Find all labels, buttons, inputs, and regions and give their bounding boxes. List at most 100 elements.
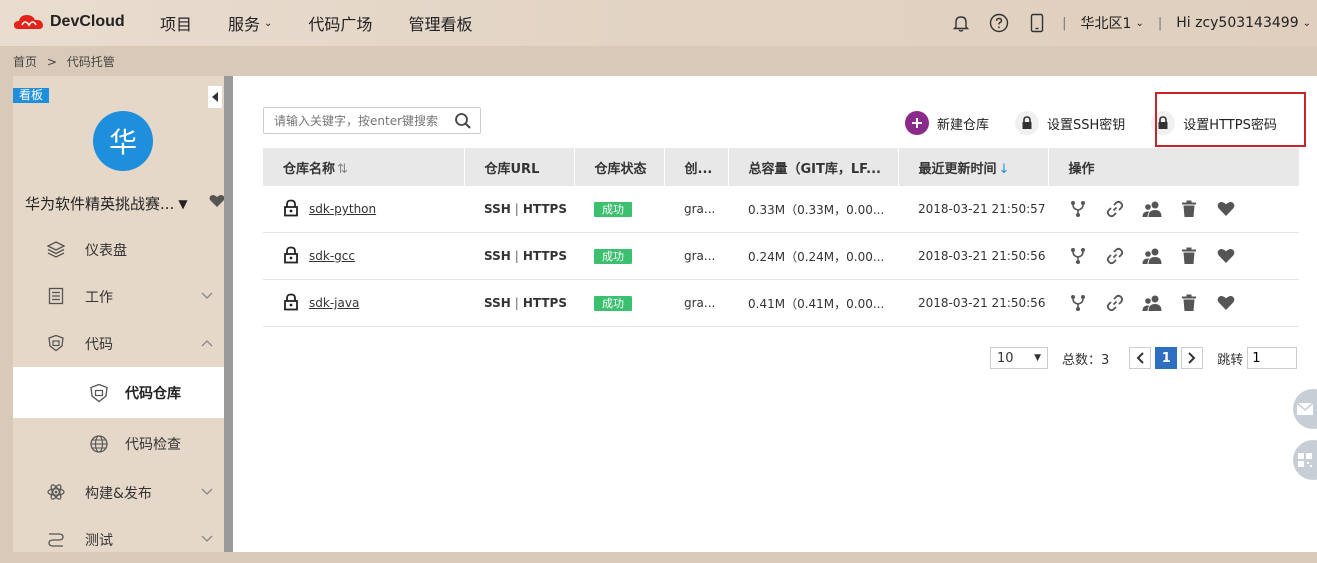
- col-label: 总容量（GIT库，LF...: [748, 161, 881, 177]
- heart-icon[interactable]: [1216, 199, 1236, 219]
- help-icon[interactable]: [988, 12, 1010, 34]
- link-icon[interactable]: [1105, 246, 1125, 266]
- board-tag[interactable]: 看板: [13, 88, 50, 103]
- repo-link[interactable]: sdk-python: [309, 202, 376, 216]
- region-selector[interactable]: 华北区1 ⌄: [1081, 13, 1144, 33]
- list-icon: [47, 287, 65, 305]
- sidebar-item-code[interactable]: 代码: [13, 320, 224, 367]
- sidebar-scrollbar[interactable]: [224, 76, 233, 552]
- chevron-down-icon: ⌄: [1302, 17, 1311, 29]
- sort-desc-icon: ↓: [998, 161, 1010, 177]
- bell-icon[interactable]: [950, 12, 972, 34]
- code-shield-icon: [47, 334, 65, 352]
- col-label: 仓库名称: [283, 161, 336, 177]
- cell-updated: 2018-03-21 21:50:57: [898, 186, 1048, 233]
- page-button-current[interactable]: 1: [1155, 347, 1178, 369]
- sidebar-item-work[interactable]: 工作: [13, 273, 224, 320]
- lock-icon: [1015, 111, 1040, 135]
- triangle-down-icon: ▼: [1034, 353, 1041, 363]
- sidebar-item-label: 代码检查: [125, 437, 181, 453]
- heart-icon[interactable]: [1216, 293, 1236, 313]
- heart-icon[interactable]: [1216, 246, 1236, 266]
- col-repo-status: 仓库状态: [574, 148, 665, 186]
- nav-item-code-square[interactable]: 代码广场: [308, 11, 372, 35]
- fork-icon[interactable]: [1068, 199, 1088, 219]
- heart-icon[interactable]: [209, 194, 225, 212]
- separator: |: [514, 202, 519, 216]
- https-link[interactable]: HTTPS: [523, 296, 567, 310]
- members-icon[interactable]: [1142, 293, 1162, 313]
- trash-icon[interactable]: [1179, 199, 1199, 219]
- sidebar-item-code-check[interactable]: 代码检查: [13, 418, 224, 469]
- ssh-link[interactable]: SSH: [484, 296, 511, 310]
- atom-icon: [47, 483, 65, 501]
- link-icon[interactable]: [1105, 199, 1125, 219]
- search-icon[interactable]: [454, 112, 472, 134]
- https-link[interactable]: HTTPS: [523, 249, 567, 263]
- sidebar-item-label: 工作: [85, 289, 113, 306]
- new-repo-label: 新建仓库: [937, 117, 990, 133]
- top-bar: DevCloud 项目 服务 ⌄ 代码广场 管理看板 | 华北区1 ⌄ | Hi z…: [0, 0, 1317, 46]
- page-size-select[interactable]: 10 ▼: [990, 347, 1048, 369]
- nav-item-dashboard[interactable]: 管理看板: [408, 11, 472, 35]
- new-repo-button[interactable]: 新建仓库: [905, 111, 989, 135]
- col-actions: 操作: [1048, 148, 1300, 186]
- col-label: 仓库URL: [484, 161, 540, 177]
- breadcrumb-home[interactable]: 首页: [13, 55, 37, 69]
- logo[interactable]: DevCloud: [12, 11, 125, 33]
- link-icon[interactable]: [1105, 293, 1125, 313]
- cell-creator: gra...: [664, 279, 728, 327]
- huawei-cloud-logo-icon: [12, 11, 46, 33]
- nav-item-services[interactable]: 服务 ⌄: [228, 11, 272, 35]
- prev-page-button[interactable]: [1129, 347, 1152, 369]
- separator: |: [1157, 15, 1163, 31]
- layers-icon: [46, 240, 66, 258]
- sidebar-item-test[interactable]: 测试: [13, 516, 224, 563]
- trash-icon[interactable]: [1179, 246, 1199, 266]
- cell-repo-url: SSH | HTTPS: [464, 186, 574, 233]
- col-updated[interactable]: 最近更新时间 ↓: [898, 148, 1049, 186]
- members-icon[interactable]: [1142, 246, 1162, 266]
- members-icon[interactable]: [1142, 199, 1162, 219]
- sidebar: 看板 华 华为软件精英挑战赛... ▼ 仪表盘 工作 代码 代码仓库 代码检查 …: [13, 76, 225, 552]
- user-label: Hi zcy503143499: [1176, 15, 1299, 31]
- table-row: sdk-java SSH | HTTPS 成功 gra... 0.41M（0.41M，0.0…: [263, 279, 1299, 327]
- triangle-left-icon: [212, 92, 218, 102]
- ssh-link[interactable]: SSH: [484, 202, 511, 216]
- sidebar-item-label: 构建&发布: [85, 485, 152, 502]
- triangle-down-icon: ▼: [178, 196, 188, 211]
- fork-icon[interactable]: [1068, 293, 1088, 313]
- collapse-sidebar-button[interactable]: [208, 86, 222, 108]
- total-count: 总数：3: [1062, 352, 1110, 368]
- page-size-value: 10: [997, 350, 1014, 366]
- col-repo-url: 仓库URL: [464, 148, 575, 186]
- lock-icon: [283, 246, 299, 267]
- sidebar-item-build-release[interactable]: 构建&发布: [13, 469, 224, 516]
- sidebar-item-code-repo[interactable]: 代码仓库: [13, 367, 224, 418]
- nav-label: 服务: [228, 15, 261, 34]
- project-selector[interactable]: 华为软件精英挑战赛... ▼: [25, 193, 188, 214]
- mobile-icon[interactable]: [1026, 12, 1048, 34]
- https-link[interactable]: HTTPS: [523, 202, 567, 216]
- main-content: 新建仓库 设置SSH密钥 设置HTTPS密码 仓库名称⇅ 仓库URL 仓库状态 …: [233, 76, 1317, 552]
- cell-actions: [1048, 186, 1299, 233]
- ssh-link[interactable]: SSH: [484, 249, 511, 263]
- jump-page-input[interactable]: [1247, 347, 1298, 369]
- trash-icon[interactable]: [1179, 293, 1199, 313]
- col-label: 最近更新时间: [918, 161, 997, 177]
- search-input[interactable]: [272, 108, 456, 134]
- repo-link[interactable]: sdk-java: [309, 296, 359, 310]
- cell-repo-name: sdk-gcc: [263, 232, 464, 280]
- sidebar-item-dashboard[interactable]: 仪表盘: [13, 226, 224, 273]
- nav-item-projects[interactable]: 项目: [160, 11, 192, 35]
- repo-link[interactable]: sdk-gcc: [309, 249, 355, 263]
- set-ssh-key-button[interactable]: 设置SSH密钥: [1015, 111, 1125, 135]
- sidebar-item-label: 代码仓库: [125, 386, 181, 402]
- next-page-button[interactable]: [1181, 347, 1204, 369]
- sort-icon: ⇅: [337, 161, 348, 177]
- cell-status: 成功: [574, 232, 664, 280]
- user-menu[interactable]: Hi zcy503143499 ⌄: [1176, 15, 1311, 31]
- chevron-down-icon: [201, 289, 213, 304]
- col-repo-name[interactable]: 仓库名称 ⇅: [263, 148, 465, 186]
- fork-icon[interactable]: [1068, 246, 1088, 266]
